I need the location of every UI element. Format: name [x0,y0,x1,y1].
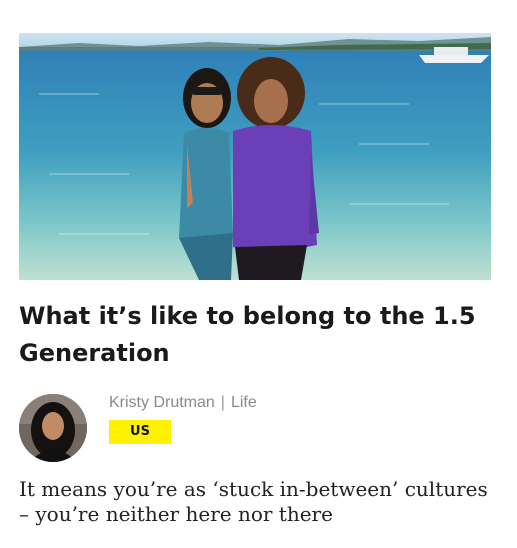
region-tag-badge[interactable]: US [109,420,171,444]
author-name-link[interactable]: Kristy Drutman [109,394,215,411]
byline-separator: | [220,394,225,411]
article-hero-image[interactable] [19,33,491,280]
article-title[interactable]: What it’s like to belong to the 1.5 Gene… [19,298,499,372]
article-byline: Kristy Drutman | Life [109,394,257,412]
article-card[interactable]: What it’s like to belong to the 1.5 Gene… [0,0,517,548]
beach-photo [19,33,491,280]
category-link[interactable]: Life [231,394,257,411]
author-photo [19,394,87,462]
article-dek: It means you’re as ‘stuck in-between’ cu… [19,477,488,526]
author-avatar[interactable] [19,394,87,462]
